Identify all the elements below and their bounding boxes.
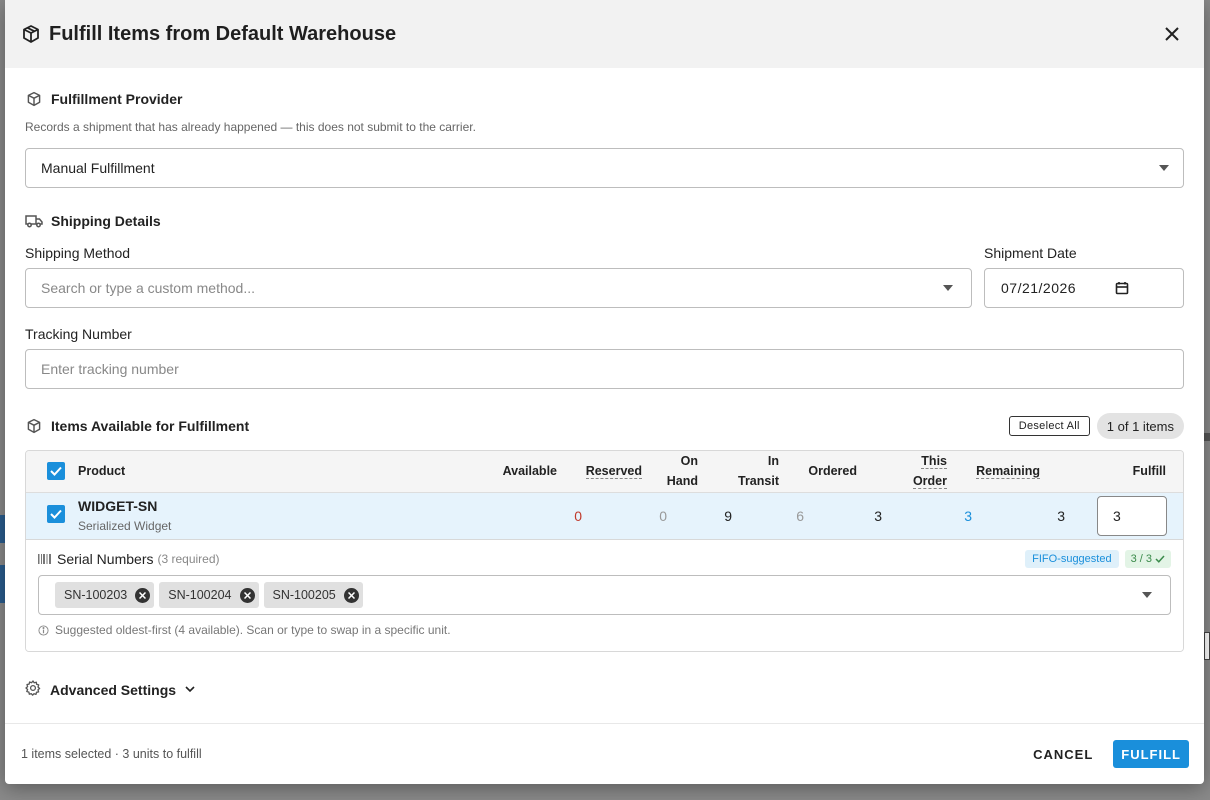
- serial-numbers-required: (3 required): [157, 552, 220, 566]
- background-element: [1204, 433, 1210, 441]
- advanced-settings-label: Advanced Settings: [50, 681, 177, 698]
- dialog-footer: 1 items selected · 3 units to fulfill CA…: [5, 723, 1204, 784]
- column-header-remaining: Remaining: [976, 464, 1040, 479]
- column-header-available: Available: [502, 464, 557, 478]
- shipping-method-placeholder: Search or type a custom method...: [41, 280, 255, 296]
- column-header-this-order-line2: Order: [912, 474, 947, 489]
- serial-chip: SN-100205: [263, 582, 363, 608]
- provider-description: Records a shipment that has already happ…: [25, 120, 476, 134]
- column-header-fulfill: Fulfill: [1132, 464, 1166, 478]
- chevron-down-icon: [185, 686, 195, 693]
- box-icon: [25, 90, 43, 108]
- serial-chip: SN-100204: [159, 582, 259, 608]
- fifo-suggested-badge: FIFO-suggested: [1025, 550, 1119, 568]
- chevron-down-icon: [943, 285, 953, 291]
- remaining-value: 3: [1057, 508, 1065, 524]
- info-icon: [38, 624, 49, 636]
- cancel-button[interactable]: CANCEL: [1029, 741, 1097, 768]
- product-sku: WIDGET-SN: [78, 498, 158, 514]
- column-header-on-hand-line2: Hand: [666, 474, 698, 488]
- this-order-value: 3: [964, 508, 972, 524]
- provider-select[interactable]: Manual Fulfillment: [25, 148, 1184, 188]
- provider-selected-value: Manual Fulfillment: [41, 160, 155, 176]
- items-heading-text: Items Available for Fulfillment: [51, 418, 250, 434]
- ordered-value: 3: [874, 508, 882, 524]
- column-header-on-hand: On Hand: [667, 451, 698, 491]
- shipping-section-heading: Shipping Details: [25, 212, 1184, 230]
- shipment-date-input[interactable]: 07/21/2026: [984, 268, 1184, 308]
- truck-icon: [25, 212, 43, 230]
- remove-chip-icon[interactable]: [135, 587, 151, 603]
- check-icon: [1155, 555, 1165, 563]
- tracking-number-placeholder: Enter tracking number: [41, 361, 179, 377]
- table-row[interactable]: WIDGET-SN Serialized Widget 0 0 9 6 3 3 …: [26, 493, 1183, 540]
- serial-chip: SN-100203: [55, 582, 155, 608]
- serial-count-text: 3 / 3: [1130, 553, 1152, 565]
- serial-hint: Suggested oldest-first (4 available). Sc…: [38, 623, 1171, 637]
- advanced-settings-toggle[interactable]: Advanced Settings: [25, 680, 1184, 699]
- in-transit-value: 6: [796, 508, 804, 524]
- available-value: 0: [574, 508, 582, 524]
- dialog-header: Fulfill Items from Default Warehouse: [5, 0, 1204, 68]
- serial-numbers-input[interactable]: SN-100203 SN-100204 SN-100205: [38, 575, 1171, 615]
- items-count-badge: 1 of 1 items: [1096, 413, 1184, 439]
- fulfill-dialog: Fulfill Items from Default Warehouse Ful…: [5, 0, 1204, 784]
- product-name: Serialized Widget: [78, 519, 172, 533]
- chevron-down-icon: [1159, 165, 1169, 171]
- items-table: Product Available Reserved On Hand In Tr…: [25, 450, 1184, 652]
- serial-count-badge: 3 / 3: [1124, 550, 1171, 568]
- tracking-number-input[interactable]: Enter tracking number: [25, 349, 1184, 389]
- select-all-checkbox[interactable]: [47, 462, 65, 480]
- shipping-heading-text: Shipping Details: [51, 213, 161, 229]
- remove-chip-icon[interactable]: [343, 587, 359, 603]
- selection-status: 1 items selected · 3 units to fulfill: [21, 747, 202, 761]
- calendar-icon[interactable]: [1115, 281, 1129, 298]
- barcode-icon: [38, 554, 52, 564]
- gear-icon: [25, 680, 41, 699]
- serial-hint-text: Suggested oldest-first (4 available). Sc…: [55, 623, 451, 637]
- close-icon: [1165, 27, 1179, 41]
- serial-chip-label: SN-100205: [272, 588, 336, 602]
- background-element: [1204, 632, 1210, 660]
- shipment-date-value: 07/21/2026: [1001, 280, 1077, 296]
- check-icon: [50, 509, 62, 519]
- column-header-this-order-line1: This: [921, 454, 947, 469]
- serial-numbers-panel: Serial Numbers (3 required) FIFO-suggest…: [26, 540, 1183, 651]
- on-hand-value: 9: [724, 508, 732, 524]
- reserved-value: 0: [659, 508, 667, 524]
- dialog-title: Fulfill Items from Default Warehouse: [49, 22, 397, 45]
- fulfill-quantity-input[interactable]: 3: [1097, 496, 1167, 536]
- row-checkbox[interactable]: [47, 505, 65, 523]
- provider-section-heading: Fulfillment Provider: [25, 90, 1184, 108]
- column-header-on-hand-line1: On: [680, 454, 698, 468]
- column-header-in-transit-line2: Transit: [738, 474, 779, 488]
- box-icon: [21, 24, 41, 44]
- column-header-reserved: Reserved: [585, 464, 642, 479]
- serial-chip-label: SN-100203: [64, 588, 128, 602]
- column-header-in-transit-line1: In: [767, 454, 779, 468]
- items-section-heading: Items Available for Fulfillment: [25, 417, 1009, 435]
- shipment-date-label: Shipment Date: [984, 245, 1077, 261]
- chevron-down-icon[interactable]: [1142, 592, 1152, 598]
- serial-chip-label: SN-100204: [168, 588, 232, 602]
- shipping-method-input[interactable]: Search or type a custom method...: [25, 268, 972, 308]
- check-icon: [50, 466, 62, 476]
- column-header-ordered: Ordered: [808, 464, 857, 478]
- column-header-in-transit: In Transit: [738, 451, 779, 491]
- remove-chip-icon[interactable]: [239, 587, 255, 603]
- column-header-product: Product: [78, 464, 126, 478]
- fulfill-quantity-value: 3: [1113, 508, 1121, 524]
- deselect-all-button[interactable]: Deselect All: [1008, 416, 1090, 436]
- column-header-this-order: This Order: [912, 451, 947, 491]
- table-header-row: Product Available Reserved On Hand In Tr…: [26, 451, 1183, 493]
- fulfill-button[interactable]: FULFILL: [1113, 740, 1189, 768]
- provider-heading-text: Fulfillment Provider: [51, 91, 183, 107]
- tracking-number-label: Tracking Number: [25, 326, 132, 342]
- close-button[interactable]: [1160, 22, 1184, 46]
- box-icon: [25, 417, 43, 435]
- shipping-method-label: Shipping Method: [25, 245, 131, 261]
- serial-numbers-title: Serial Numbers: [57, 551, 154, 567]
